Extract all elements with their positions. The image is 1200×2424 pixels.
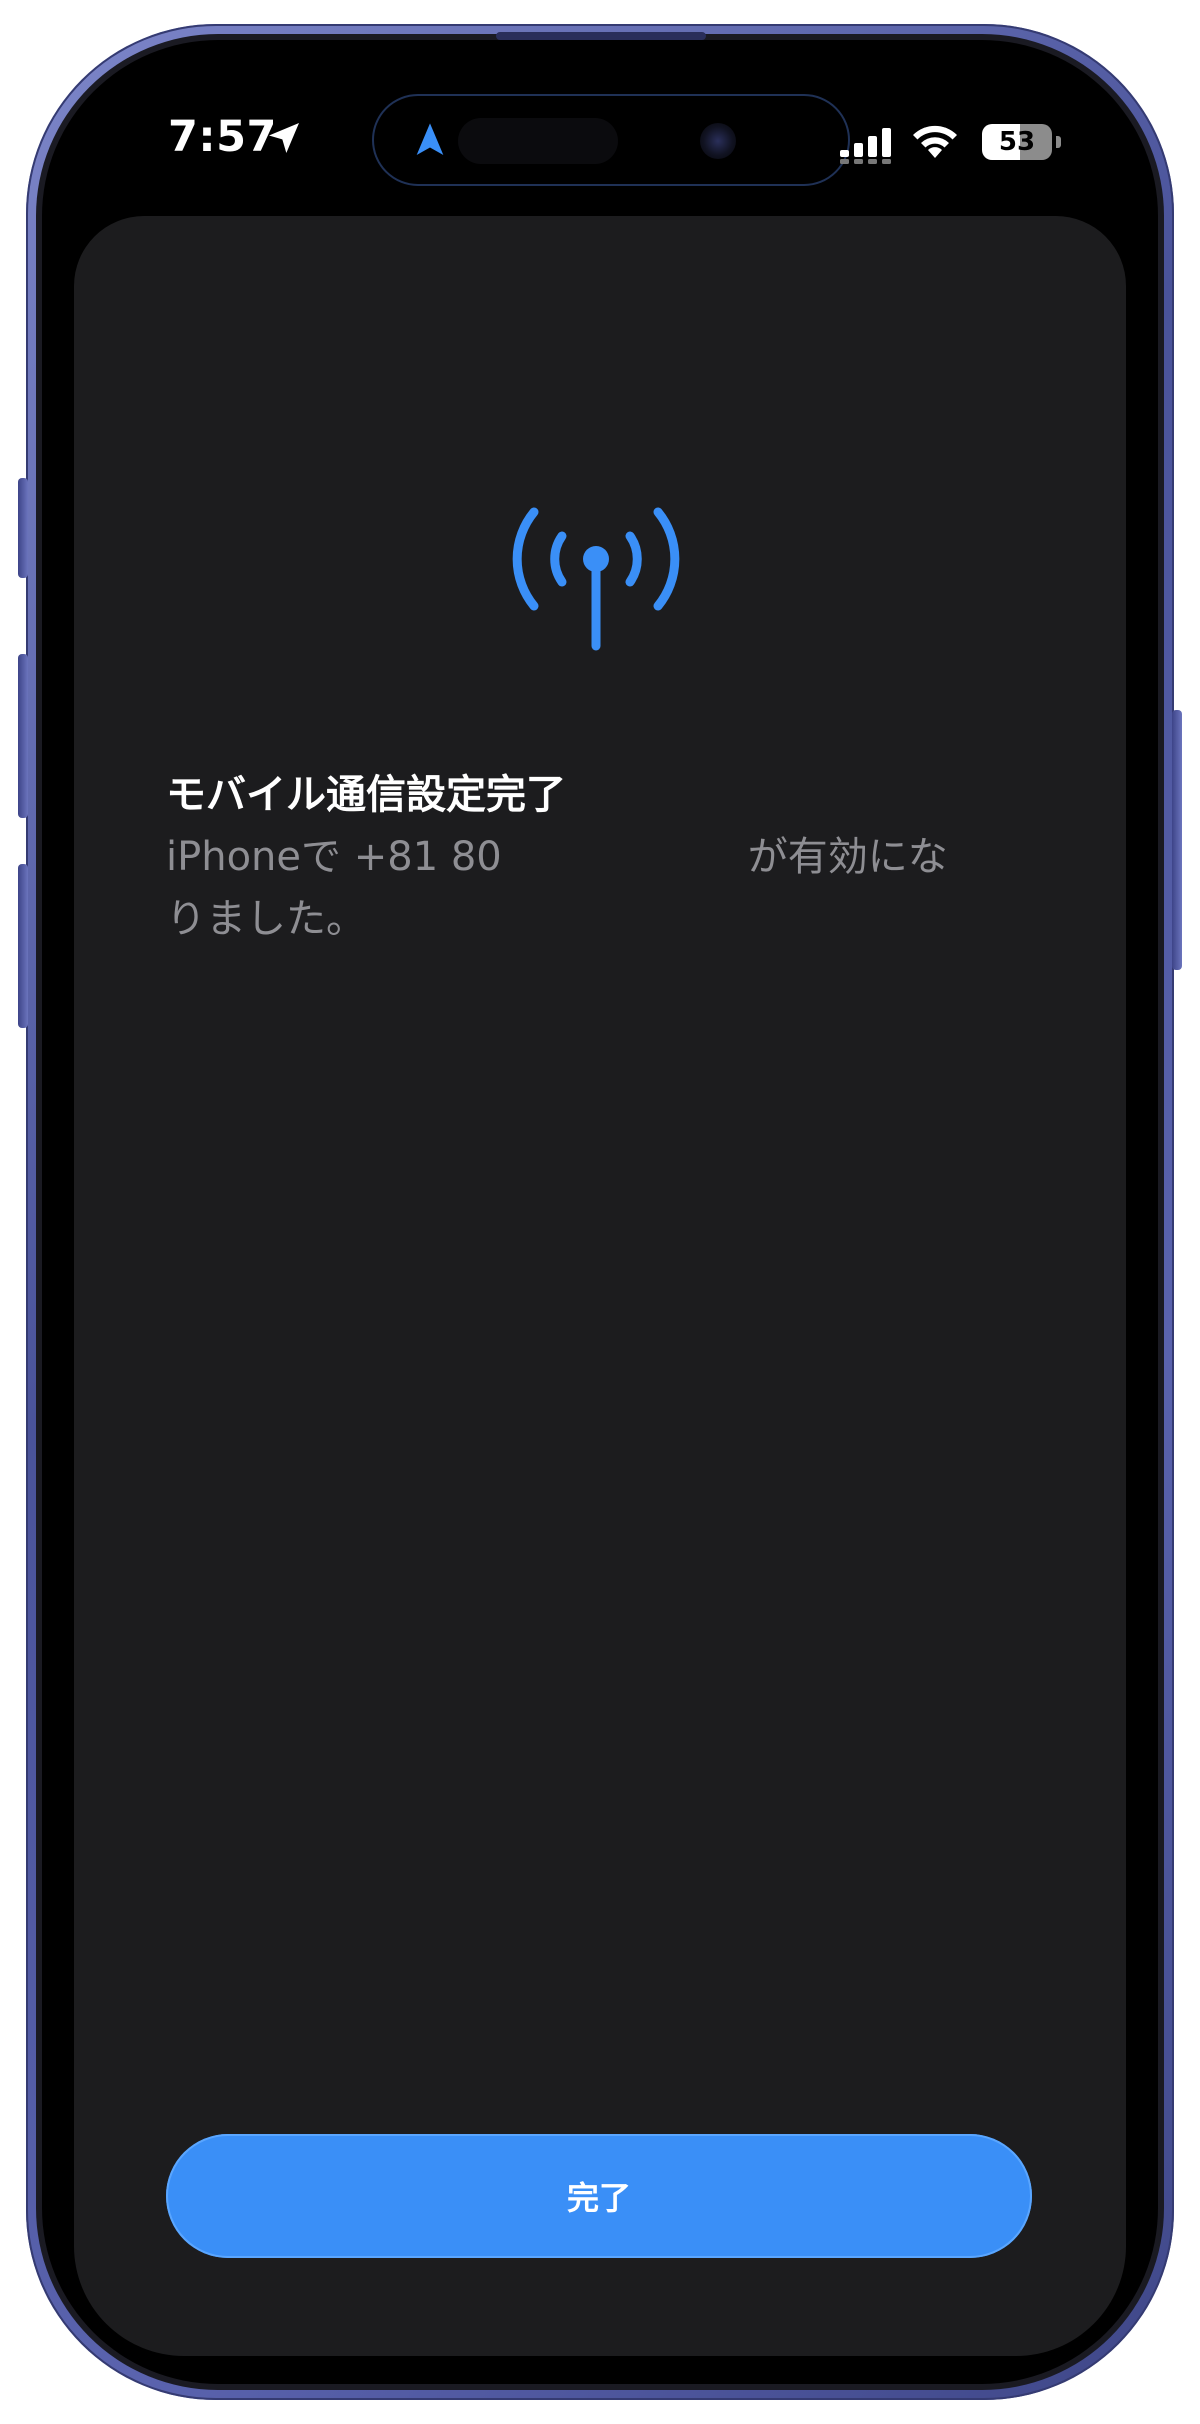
volume-down-button bbox=[18, 864, 28, 1028]
island-sensor bbox=[458, 118, 618, 164]
location-arrow-icon bbox=[269, 123, 299, 153]
dynamic-island[interactable] bbox=[372, 94, 850, 186]
page-title: モバイル通信設定完了 bbox=[166, 772, 566, 818]
action-button bbox=[18, 478, 28, 578]
status-bar: 7:57 53 bbox=[42, 60, 1158, 220]
done-button[interactable]: 完了 bbox=[166, 2134, 1032, 2258]
description-line-2: りました。 bbox=[166, 896, 366, 942]
description-text: iPhoneで +81 80 が有効にな りました。 bbox=[166, 826, 1066, 950]
cellular-signal-icon bbox=[840, 128, 891, 164]
status-time: 7:57 bbox=[168, 112, 277, 162]
wifi-icon bbox=[913, 125, 957, 158]
power-button bbox=[1172, 710, 1182, 970]
speaker-grille bbox=[496, 32, 706, 40]
navigation-icon bbox=[416, 123, 444, 155]
cellular-antenna-icon bbox=[512, 507, 680, 651]
cellular-setup-complete-sheet: モバイル通信設定完了 iPhoneで +81 80 が有効にな りました。 完了 bbox=[74, 216, 1126, 2356]
description-suffix: が有効にな bbox=[747, 834, 948, 880]
battery-tip bbox=[1056, 136, 1061, 148]
volume-up-button bbox=[18, 654, 28, 818]
front-camera bbox=[700, 123, 736, 159]
battery-icon: 53 bbox=[982, 124, 1052, 160]
description-prefix: iPhoneで +81 80 bbox=[166, 834, 502, 880]
